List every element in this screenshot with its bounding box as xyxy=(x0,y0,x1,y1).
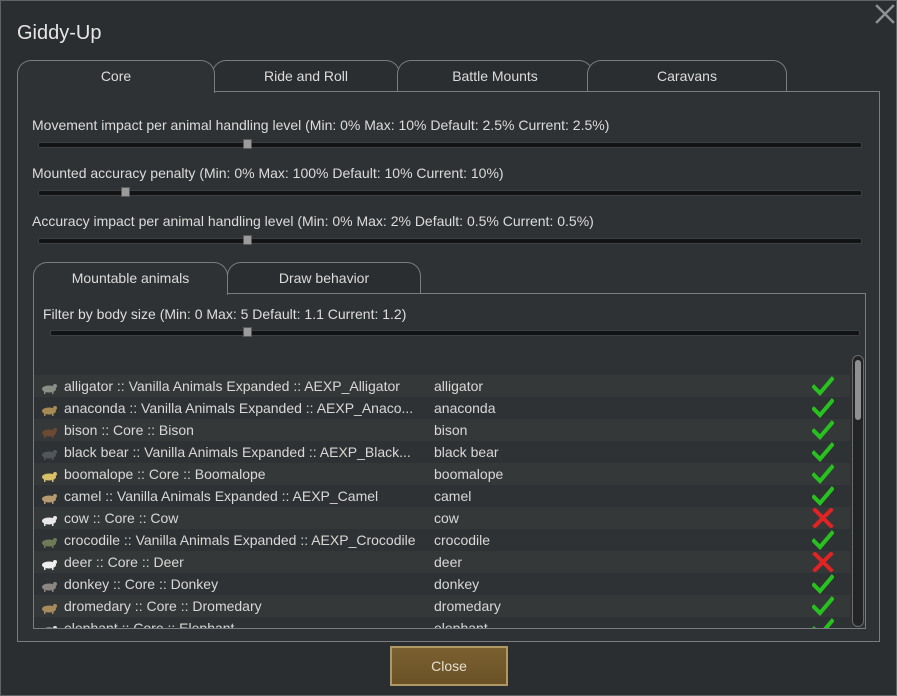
animal-full-name: boomalope :: Core :: Boomalope xyxy=(64,466,266,482)
movement-impact-label: Movement impact per animal handling leve… xyxy=(32,117,610,133)
animal-label: anaconda xyxy=(434,400,496,416)
mountable-animals-panel: Filter by body size (Min: 0 Max: 5 Defau… xyxy=(33,293,866,629)
tab-label: Core xyxy=(100,68,132,84)
accuracy-penalty-label: Mounted accuracy penalty (Min: 0% Max: 1… xyxy=(32,165,504,181)
accuracy-impact-label: Accuracy impact per animal handling leve… xyxy=(32,213,594,229)
slider-handle[interactable] xyxy=(243,235,252,245)
window-title: Giddy-Up xyxy=(17,22,102,44)
movement-impact-slider[interactable] xyxy=(38,139,862,149)
tab-label: Mountable animals xyxy=(71,270,190,286)
list-item: camel :: Vanilla Animals Expanded :: AEX… xyxy=(34,485,850,507)
animal-label: bison xyxy=(434,422,468,438)
checkmark-icon[interactable] xyxy=(811,376,835,396)
settings-window: Giddy-Up Core Ride and Roll Battle Mount… xyxy=(0,0,897,696)
list-item: alligator :: Vanilla Animals Expanded ::… xyxy=(34,375,850,397)
bison-icon xyxy=(40,423,58,438)
animal-full-name: bison :: Core :: Bison xyxy=(64,422,194,438)
tab-ride-and-roll[interactable]: Ride and Roll xyxy=(212,60,400,92)
bear-icon xyxy=(40,445,58,460)
donkey-icon xyxy=(40,577,58,592)
checkmark-icon[interactable] xyxy=(811,574,835,594)
animal-label: boomalope xyxy=(434,466,504,482)
list-item: donkey :: Core :: Donkey donkey xyxy=(34,573,850,595)
list-item: elephant :: Core :: Elephant elephant xyxy=(34,617,850,629)
animal-label: donkey xyxy=(434,576,480,592)
tab-mountable-animals[interactable]: Mountable animals xyxy=(33,262,228,295)
checkmark-icon[interactable] xyxy=(811,398,835,418)
cross-icon[interactable] xyxy=(812,507,834,529)
list-scrollbar[interactable] xyxy=(852,355,864,627)
snake-icon xyxy=(40,401,58,416)
tab-draw-behavior[interactable]: Draw behavior xyxy=(227,262,421,294)
animal-full-name: crocodile :: Vanilla Animals Expanded ::… xyxy=(64,532,416,548)
close-button[interactable]: Close xyxy=(390,646,508,686)
animal-full-name: deer :: Core :: Deer xyxy=(64,554,184,570)
animal-label: dromedary xyxy=(434,598,501,614)
alligator-icon xyxy=(40,379,58,394)
animal-full-name: donkey :: Core :: Donkey xyxy=(64,576,219,592)
filter-label: Filter by body size (Min: 0 Max: 5 Defau… xyxy=(43,306,407,322)
elephant-icon xyxy=(40,621,58,628)
slider-handle[interactable] xyxy=(121,187,130,197)
list-item: black bear :: Vanilla Animals Expanded :… xyxy=(34,441,850,463)
core-settings-panel: Movement impact per animal handling leve… xyxy=(17,91,880,642)
list-item: cow :: Core :: Cow cow xyxy=(34,507,850,529)
accuracy-penalty-slider[interactable] xyxy=(38,187,862,197)
list-item: bison :: Core :: Bison bison xyxy=(34,419,850,441)
tab-core[interactable]: Core xyxy=(17,60,215,93)
tab-label: Battle Mounts xyxy=(452,68,538,84)
animal-full-name: anaconda :: Vanilla Animals Expanded :: … xyxy=(64,400,414,416)
cow-icon xyxy=(40,511,58,526)
crocodile-icon xyxy=(40,533,58,548)
checkmark-icon[interactable] xyxy=(811,420,835,440)
animal-full-name: black bear :: Vanilla Animals Expanded :… xyxy=(64,444,411,460)
list-item: anaconda :: Vanilla Animals Expanded :: … xyxy=(34,397,850,419)
boomalope-icon xyxy=(40,467,58,482)
tab-label: Draw behavior xyxy=(278,270,370,286)
checkmark-icon[interactable] xyxy=(811,596,835,616)
animal-label: alligator xyxy=(434,378,484,394)
close-icon[interactable] xyxy=(874,3,896,25)
tab-battle-mounts[interactable]: Battle Mounts xyxy=(397,60,593,92)
list-item: boomalope :: Core :: Boomalope boomalope xyxy=(34,463,850,485)
animal-full-name: camel :: Vanilla Animals Expanded :: AEX… xyxy=(64,488,379,504)
tab-label: Ride and Roll xyxy=(263,68,349,84)
animal-label: deer xyxy=(434,554,463,570)
animal-label: crocodile xyxy=(434,532,491,548)
accuracy-impact-slider[interactable] xyxy=(38,235,862,245)
checkmark-icon[interactable] xyxy=(811,442,835,462)
animal-full-name: elephant :: Core :: Elephant xyxy=(64,620,235,629)
animal-list: alligator :: Vanilla Animals Expanded ::… xyxy=(34,375,850,629)
list-item: dromedary :: Core :: Dromedary dromedary xyxy=(34,595,850,617)
tab-label: Caravans xyxy=(657,68,717,84)
checkmark-icon[interactable] xyxy=(812,618,835,628)
animal-full-name: dromedary :: Core :: Dromedary xyxy=(64,598,262,614)
checkmark-icon[interactable] xyxy=(811,464,835,484)
list-item: deer :: Core :: Deer deer xyxy=(34,551,850,573)
slider-handle[interactable] xyxy=(243,327,252,337)
animal-label: camel xyxy=(434,488,472,504)
animal-label: cow xyxy=(434,510,459,526)
list-item: crocodile :: Vanilla Animals Expanded ::… xyxy=(34,529,850,551)
scrollbar-thumb[interactable] xyxy=(855,360,861,420)
cross-icon[interactable] xyxy=(812,551,834,573)
animal-label: elephant xyxy=(434,620,488,629)
checkmark-icon[interactable] xyxy=(811,486,835,506)
slider-handle[interactable] xyxy=(243,139,252,149)
animal-full-name: cow :: Core :: Cow xyxy=(64,510,179,526)
deer-icon xyxy=(40,555,58,570)
animal-label: black bear xyxy=(434,444,499,460)
animal-full-name: alligator :: Vanilla Animals Expanded ::… xyxy=(64,378,400,394)
body-size-filter-slider[interactable] xyxy=(50,327,860,337)
checkmark-icon[interactable] xyxy=(811,530,835,550)
dromedary-icon xyxy=(40,599,58,614)
tab-caravans[interactable]: Caravans xyxy=(587,60,787,92)
camel-icon xyxy=(40,489,58,504)
